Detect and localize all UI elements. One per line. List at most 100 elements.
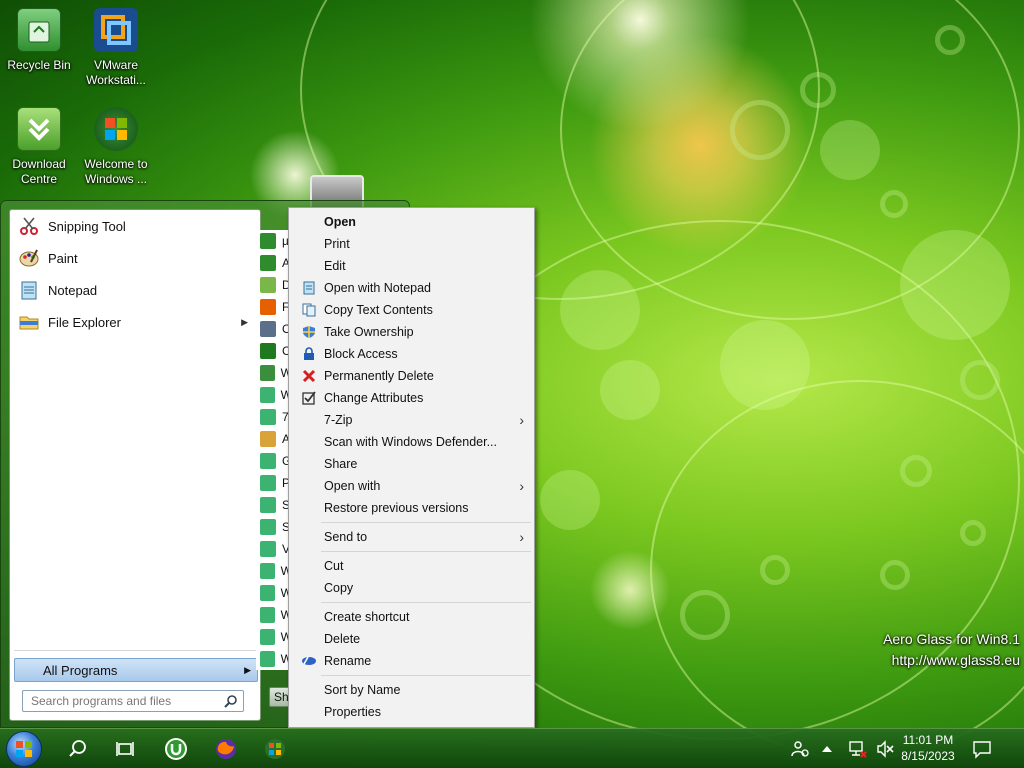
task-view-button[interactable] <box>105 733 145 765</box>
watermark-title: Aero Glass for Win8.1 <box>883 631 1020 647</box>
shield-icon <box>301 324 317 340</box>
people-button[interactable] <box>780 733 820 765</box>
program-list-item[interactable]: 7 <box>256 406 292 428</box>
windows-orb-icon <box>265 739 285 759</box>
all-programs-button[interactable]: All Programs ▶ <box>14 658 258 682</box>
ctx-item-open-with-notepad[interactable]: Open with Notepad <box>291 277 532 299</box>
program-list-item[interactable]: W <box>256 582 292 604</box>
taskbar-search-button[interactable] <box>58 733 98 765</box>
ctx-item-print[interactable]: Print <box>291 233 532 255</box>
ctx-item-open[interactable]: Open <box>291 211 532 233</box>
ctx-item-cut[interactable]: Cut <box>291 555 532 577</box>
ctx-item-create-shortcut[interactable]: Create shortcut <box>291 606 532 628</box>
program-list-item[interactable]: W <box>256 648 292 670</box>
program-icon <box>260 233 276 249</box>
desktop-icon-vmware[interactable]: VMware Workstati... <box>76 8 156 88</box>
network-disconnected-icon <box>849 741 867 758</box>
chevron-up-icon <box>822 746 832 752</box>
program-list-item[interactable]: P <box>256 472 292 494</box>
context-menu-separator <box>321 551 531 552</box>
ctx-item-copy-text-contents[interactable]: Copy Text Contents <box>291 299 532 321</box>
context-menu-separator <box>321 675 531 676</box>
program-icon <box>260 343 276 359</box>
action-center-button[interactable] <box>962 733 1002 765</box>
ctx-item-label: Permanently Delete <box>324 369 434 383</box>
ctx-item-edit[interactable]: Edit <box>291 255 532 277</box>
ctx-item-label: Delete <box>324 632 361 646</box>
ctx-item-permanently-delete[interactable]: Permanently Delete <box>291 365 532 387</box>
start-button[interactable] <box>6 731 42 767</box>
desktop-icon-recycle-bin[interactable]: Recycle Bin <box>0 8 79 73</box>
desktop-icon-download-centre[interactable]: Download Centre <box>0 107 79 187</box>
program-list-item[interactable]: S <box>256 516 292 538</box>
program-list-item[interactable]: W <box>256 626 292 648</box>
ctx-item-label: Scan with Windows Defender... <box>324 435 497 449</box>
program-list-item[interactable]: D <box>256 274 292 296</box>
program-list-item[interactable]: O <box>256 318 292 340</box>
network-button[interactable] <box>842 733 872 765</box>
ctx-item-sort-by-name[interactable]: Sort by Name <box>291 679 532 701</box>
windows-logo-icon <box>94 107 138 151</box>
ctx-item-properties[interactable]: Properties <box>291 701 532 723</box>
desktop-icon-welcome-windows[interactable]: Welcome to Windows ... <box>76 107 156 187</box>
ctx-item-block-access[interactable]: Block Access <box>291 343 532 365</box>
ctx-item-share[interactable]: Share <box>291 453 532 475</box>
recycle-bin-icon <box>17 8 61 52</box>
search-icon <box>69 740 86 757</box>
ctx-item-label: Create shortcut <box>324 610 410 624</box>
program-icon <box>260 519 276 535</box>
red-x-icon <box>301 368 317 384</box>
ctx-item-label: Send to <box>324 530 368 544</box>
program-list-item[interactable]: V <box>256 538 292 560</box>
taskbar-utorrent-button[interactable] <box>156 733 196 765</box>
start-item-file-explorer[interactable]: File Explorer ▶ <box>12 308 256 336</box>
palette-icon <box>18 247 40 269</box>
start-item-notepad[interactable]: Notepad <box>12 276 256 304</box>
taskbar-firefox-button[interactable] <box>206 733 246 765</box>
program-list-item[interactable]: W <box>256 362 292 384</box>
program-icon <box>260 255 276 271</box>
search-icon <box>224 694 238 711</box>
checkbox-icon <box>301 390 317 406</box>
program-list-item[interactable]: S <box>256 494 292 516</box>
tray-overflow-button[interactable] <box>816 733 838 765</box>
clock-date: 8/15/2023 <box>901 749 955 763</box>
ctx-item-7-zip[interactable]: 7-Zip › <box>291 409 532 431</box>
program-icon <box>260 607 275 623</box>
desktop-icon-label: Download Centre <box>12 157 66 186</box>
search-input[interactable]: Search programs and files <box>22 690 244 712</box>
program-list-item[interactable]: C <box>256 340 292 362</box>
volume-button[interactable] <box>870 733 900 765</box>
scissors-icon <box>18 215 40 237</box>
clock[interactable]: 11:01 PM 8/15/2023 <box>900 732 956 764</box>
ctx-item-copy[interactable]: Copy <box>291 577 532 599</box>
start-item-snipping-tool[interactable]: Snipping Tool <box>12 212 256 240</box>
lock-icon <box>301 346 317 362</box>
ctx-item-send-to[interactable]: Send to › <box>291 526 532 548</box>
shutdown-label: Sh <box>274 690 289 704</box>
start-item-label: Notepad <box>48 282 98 298</box>
program-list-item[interactable]: µ <box>256 230 292 252</box>
ctx-item-rename[interactable]: Rename <box>291 650 532 672</box>
program-list-item[interactable]: F <box>256 296 292 318</box>
program-list-item[interactable]: G <box>256 450 292 472</box>
start-item-paint[interactable]: Paint <box>12 244 256 272</box>
ctx-item-restore-previous-versions[interactable]: Restore previous versions <box>291 497 532 519</box>
ctx-item-open-with[interactable]: Open with › <box>291 475 532 497</box>
download-centre-icon <box>17 107 61 151</box>
program-icon <box>260 585 275 601</box>
ctx-item-scan-with-windows-defender[interactable]: Scan with Windows Defender... <box>291 431 532 453</box>
program-list-item[interactable]: W <box>256 560 292 582</box>
chevron-right-icon: › <box>519 478 524 494</box>
program-list-item[interactable]: W <box>256 604 292 626</box>
program-list-item[interactable]: A <box>256 428 292 450</box>
ctx-item-label: Edit <box>324 259 346 273</box>
ctx-item-take-ownership[interactable]: Take Ownership <box>291 321 532 343</box>
taskbar-windows-app-button[interactable] <box>255 733 295 765</box>
ctx-item-delete[interactable]: Delete <box>291 628 532 650</box>
program-list-item[interactable]: W <box>256 384 292 406</box>
desktop-icon-label: Recycle Bin <box>7 58 71 72</box>
program-list-item[interactable]: A <box>256 252 292 274</box>
ctx-item-label: Block Access <box>324 347 398 361</box>
ctx-item-change-attributes[interactable]: Change Attributes <box>291 387 532 409</box>
